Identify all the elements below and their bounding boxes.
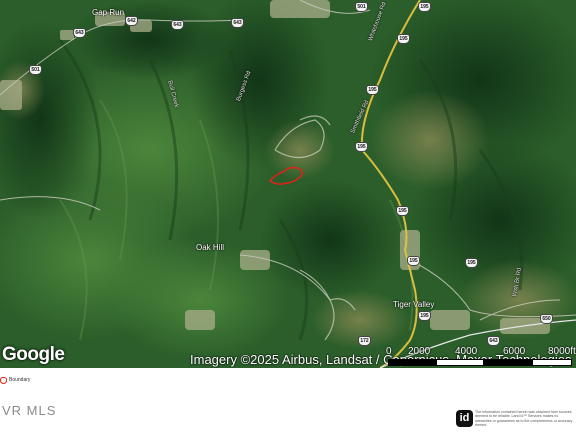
scale-segment [436, 359, 484, 366]
scale-label: 6000 [503, 346, 526, 357]
route-shield: 195 [366, 85, 379, 95]
scale-segment [484, 359, 532, 366]
scale-bar: 0 2000 4000 6000 8000ft [384, 346, 576, 368]
scale-segment [388, 359, 436, 366]
disclaimer-block: id The information contained herein was … [456, 410, 574, 430]
place-label-oak-hill: Oak Hill [196, 243, 225, 252]
scale-label: 0 [386, 346, 392, 357]
route-shield: 195 [418, 2, 431, 12]
route-shield: 643 [231, 18, 244, 28]
place-label-gap-run: Gap Run [92, 8, 125, 17]
route-shield: 643 [487, 336, 500, 346]
route-shield: 501 [29, 65, 42, 75]
place-label-tiger-valley: Tiger Valley [393, 300, 435, 309]
route-shield: 172 [358, 336, 371, 346]
map-legend: Boundary [0, 372, 200, 386]
route-shield: 501 [355, 2, 368, 12]
satellite-map[interactable]: Gap Run Oak Hill Tiger Valley Whitehouse… [0, 0, 576, 368]
legend-label: Boundary [9, 377, 31, 383]
route-shield: 195 [418, 311, 431, 321]
route-shield: 195 [355, 142, 368, 152]
route-shield: 195 [396, 206, 409, 216]
boundary-outline-icon [0, 377, 7, 384]
scale-segment [532, 359, 572, 366]
route-shield: 643 [73, 28, 86, 38]
scale-label: 8000ft [548, 346, 576, 357]
scale-label: 2000 [408, 346, 431, 357]
satellite-imagery [0, 0, 576, 368]
route-shield: 195 [407, 256, 420, 266]
disclaimer-text: The information contained herein was obt… [475, 410, 573, 428]
route-shield: 643 [171, 20, 184, 30]
route-shield: 195 [397, 34, 410, 44]
route-shield: 642 [125, 16, 138, 26]
route-shield: 650 [540, 314, 553, 324]
route-shield: 195 [465, 258, 478, 268]
scale-label: 4000 [455, 346, 478, 357]
land-id-logo: id [456, 410, 473, 427]
brand-name: VR MLS [2, 403, 57, 418]
google-logo: Google [2, 344, 65, 365]
